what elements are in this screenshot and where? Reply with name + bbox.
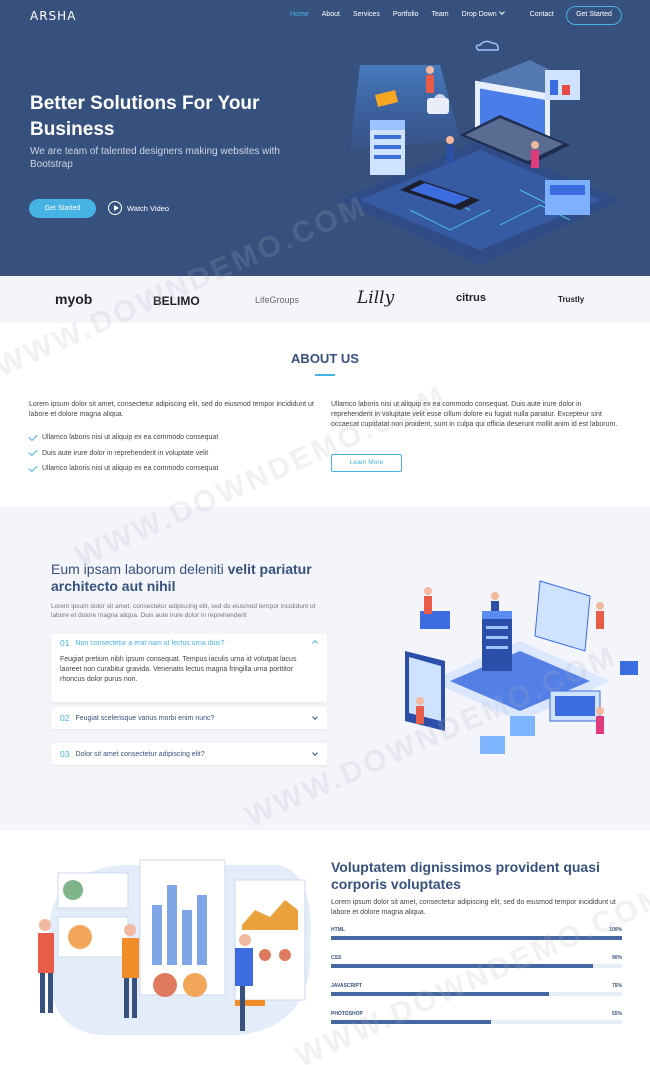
skill-name: HTML <box>331 927 345 933</box>
skill-percent: 75% <box>611 983 622 989</box>
progress-fill <box>331 1020 492 1024</box>
skill-name: PHOTOSHOP <box>331 1011 363 1017</box>
hero-title: Better Solutions For Your Business <box>30 93 260 140</box>
why-us-description: Lorem ipsum dolor sit amet, consectetur … <box>51 603 316 619</box>
about-title: ABOUT US <box>291 351 359 366</box>
skill-name: JAVASCRIPT <box>331 983 362 989</box>
watch-video-button[interactable]: Watch Video <box>108 201 169 215</box>
faq-number: 01 <box>60 638 70 648</box>
client-logo-lilly: Lilly <box>357 288 395 308</box>
faq-question-text: Feugiat scelerisque varius morbi enim nu… <box>75 714 215 722</box>
faq-item-3[interactable]: 03 Dolor sit amet consectetur adipiscing … <box>51 743 327 765</box>
faq-question[interactable]: 03 Dolor sit amet consectetur adipiscing … <box>60 743 205 765</box>
skills-description: Lorem ipsum dolor sit amet, consectetur … <box>331 899 616 916</box>
list-item-label: Ullamco laboris nisi ut aliquip ex ea co… <box>42 434 219 442</box>
skill-percent: 100% <box>609 927 622 933</box>
faq-question-text: Dolor sit amet consectetur adipiscing el… <box>75 750 205 758</box>
why-us-section: Eum ipsam laborum deleniti velit pariatu… <box>0 507 650 830</box>
logo[interactable]: ARSHA <box>30 9 76 23</box>
chevron-down-icon <box>312 714 318 720</box>
client-logo-belimo: BELIMO <box>153 294 200 308</box>
navbar: ARSHA Home About Services Portfolio Team… <box>0 0 650 32</box>
about-check-list: Ullamco laboris nisi ut aliquip ex ea co… <box>28 430 319 477</box>
skill-javascript: JAVASCRIPT 75% <box>331 983 622 996</box>
hero-get-started-button[interactable]: Get Started <box>29 199 96 218</box>
faq-question-text: Non consectetur a erat nam at lectus urn… <box>75 639 225 647</box>
skill-css: CSS 90% <box>331 955 622 968</box>
chevron-up-icon <box>312 640 318 646</box>
title-underline <box>315 374 335 376</box>
faq-question[interactable]: 02 Feugiat scelerisque varius morbi enim … <box>60 707 214 729</box>
progress-fill <box>331 992 550 996</box>
menu-item-contact[interactable]: Contact <box>530 11 554 18</box>
check-icon <box>28 447 38 457</box>
progress-track <box>331 964 622 968</box>
why-title-plain: Eum ipsam laborum deleniti <box>51 561 228 577</box>
progress-track <box>331 1020 622 1024</box>
hero-subtitle: We are team of talented designers making… <box>30 146 280 170</box>
faq-number: 03 <box>60 749 70 759</box>
check-icon <box>28 431 38 441</box>
faq-question[interactable]: 01 Non consectetur a erat nam at lectus u… <box>60 634 225 652</box>
learn-more-button[interactable]: Learn More <box>331 454 402 472</box>
dropdown-label: Drop Down <box>461 11 497 18</box>
check-icon <box>28 462 38 472</box>
faq-answer: Feugiat pretium nibh ipsum consequat. Te… <box>60 656 297 683</box>
skills-title: Voluptatem dignissimos provident quasi c… <box>331 859 600 892</box>
skill-percent: 55% <box>611 1011 622 1017</box>
skill-name: CSS <box>331 955 342 961</box>
skill-html: HTML 100% <box>331 927 622 940</box>
skills-illustration <box>38 859 311 1035</box>
why-us-illustration <box>405 580 638 754</box>
why-us-title: Eum ipsam laborum deleniti velit pariatu… <box>51 561 331 595</box>
hero-section: ARSHA Home About Services Portfolio Team… <box>0 0 650 276</box>
about-right-text: Ullamco laboris nisi ut aliquip ex ea co… <box>331 401 618 428</box>
list-item-label: Ullamco laboris nisi ut aliquip ex ea co… <box>42 465 219 473</box>
menu-item-team[interactable]: Team <box>432 11 449 18</box>
client-logo-trustly: Trustly <box>558 295 585 304</box>
menu-item-dropdown[interactable]: Drop Down <box>461 9 517 18</box>
client-logo-citrus: citrus <box>456 292 486 304</box>
list-item: Ullamco laboris nisi ut aliquip ex ea co… <box>28 461 319 477</box>
watch-video-label: Watch Video <box>127 203 170 213</box>
list-item: Ullamco laboris nisi ut aliquip ex ea co… <box>28 430 319 446</box>
menu-item-portfolio[interactable]: Portfolio <box>393 11 419 18</box>
hero-illustration <box>340 40 620 265</box>
skill-percent: 90% <box>611 955 622 961</box>
progress-track <box>331 992 622 996</box>
page: ARSHA Home About Services Portfolio Team… <box>0 0 650 1065</box>
main-menu: Home About Services Portfolio Team Drop … <box>290 9 567 18</box>
chevron-down-icon <box>312 750 318 756</box>
progress-fill <box>331 964 593 968</box>
chevron-down-icon <box>498 9 505 15</box>
list-item: Duis aute irure dolor in reprehenderit i… <box>28 446 319 462</box>
play-icon <box>108 201 122 215</box>
menu-item-home[interactable]: Home <box>290 11 309 18</box>
list-item-label: Duis aute irure dolor in reprehenderit i… <box>42 449 209 457</box>
faq-item-1[interactable]: 01 Non consectetur a erat nam at lectus u… <box>51 634 327 702</box>
nav-get-started-button[interactable]: Get Started <box>566 6 622 25</box>
progress-fill <box>331 936 622 940</box>
client-logo-lifegroups: LifeGroups <box>255 295 300 305</box>
about-left-text: Lorem ipsum dolor sit amet, consectetur … <box>29 401 314 418</box>
client-logo-myob: myob <box>55 291 93 307</box>
progress-track <box>331 936 622 940</box>
faq-item-2[interactable]: 02 Feugiat scelerisque varius morbi enim … <box>51 707 327 729</box>
skill-photoshop: PHOTOSHOP 55% <box>331 1011 622 1024</box>
menu-item-services[interactable]: Services <box>353 11 380 18</box>
clients-bar: myob BELIMO LifeGroups Lilly citrus Trus… <box>0 276 650 323</box>
faq-number: 02 <box>60 713 70 723</box>
menu-item-about[interactable]: About <box>322 11 340 18</box>
